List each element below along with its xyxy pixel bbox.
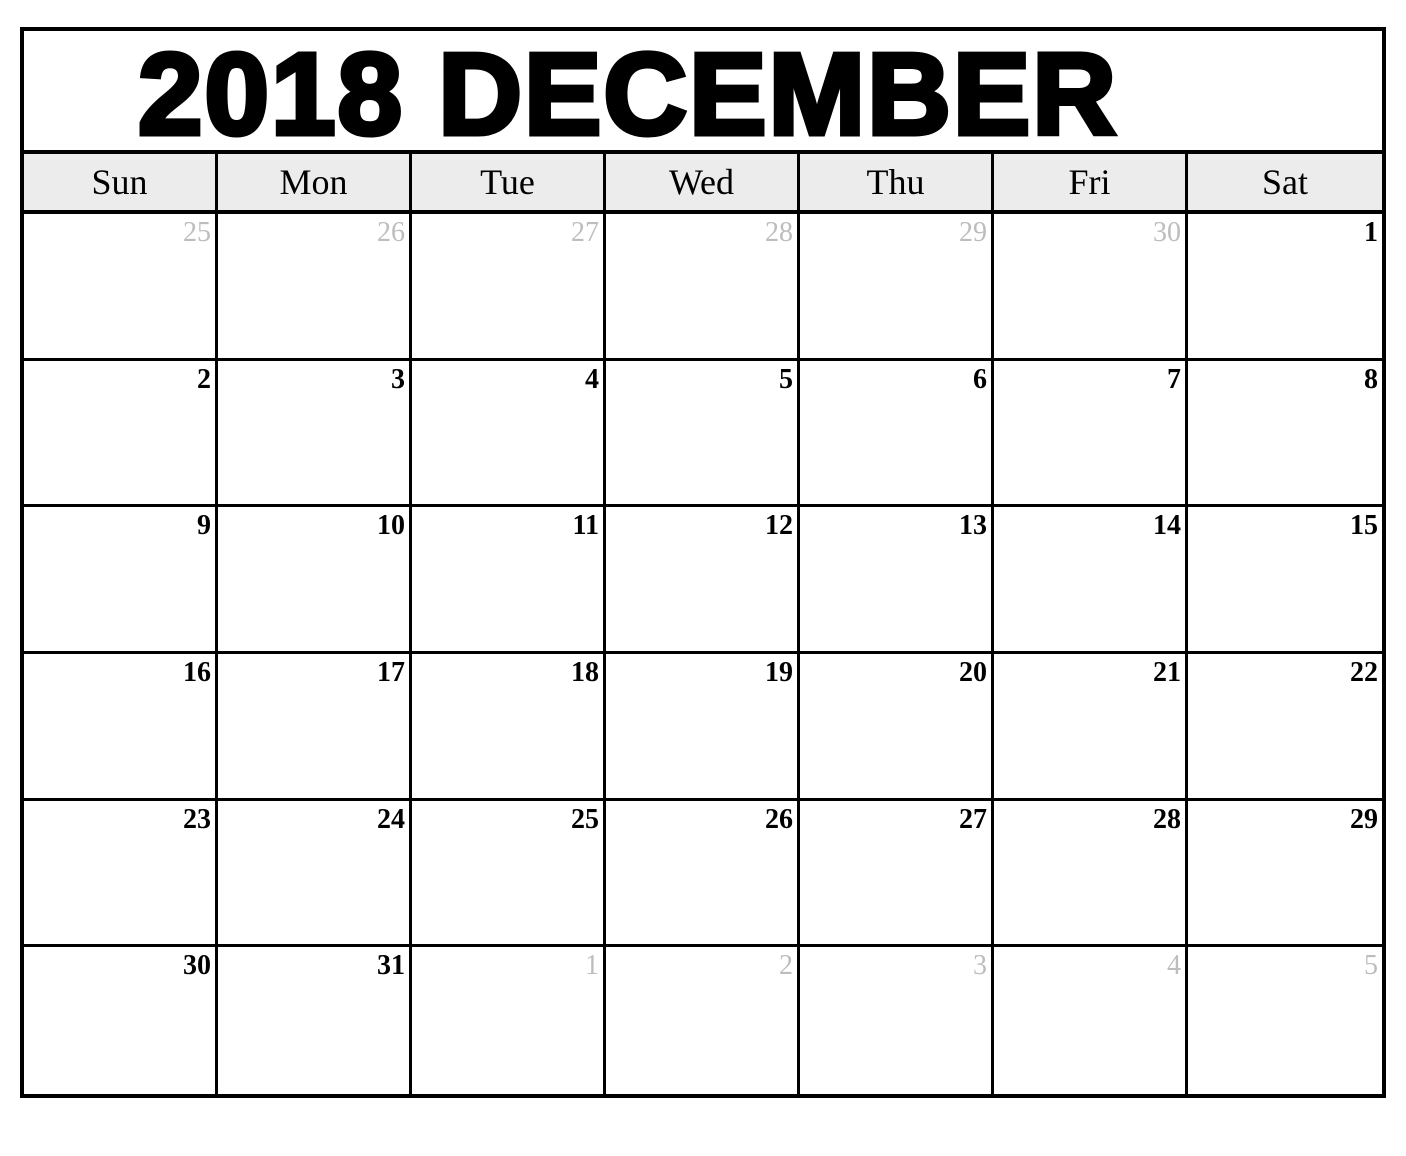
day-cell[interactable]: 25 bbox=[412, 800, 606, 948]
day-cell[interactable]: 12 bbox=[606, 507, 800, 654]
day-number: 29 bbox=[1350, 803, 1378, 835]
day-number: 9 bbox=[197, 510, 211, 542]
day-number: 23 bbox=[183, 803, 211, 835]
day-number: 7 bbox=[1167, 363, 1181, 395]
calendar-title: 2018 DECEMBER bbox=[135, 28, 1119, 159]
day-cell[interactable]: 1 bbox=[1188, 214, 1382, 361]
day-number: 3 bbox=[973, 950, 987, 982]
day-cell[interactable]: 22 bbox=[1188, 654, 1382, 801]
day-number: 20 bbox=[959, 657, 987, 688]
day-number: 6 bbox=[973, 363, 987, 395]
day-cell[interactable]: 16 bbox=[24, 654, 218, 801]
weekday-header-row: Sun Mon Tue Wed Thu Fri Sat bbox=[24, 154, 1382, 214]
title-bar: 2018 DECEMBER bbox=[24, 31, 1382, 154]
day-number: 31 bbox=[377, 950, 405, 982]
day-number: 2 bbox=[779, 950, 793, 982]
day-number: 16 bbox=[183, 657, 211, 688]
day-number: 1 bbox=[585, 950, 599, 982]
day-number: 28 bbox=[765, 217, 793, 248]
day-cell[interactable]: 2 bbox=[24, 360, 218, 508]
day-number: 27 bbox=[959, 803, 987, 835]
day-number: 2 bbox=[197, 363, 211, 395]
day-cell-other-month[interactable]: 5 bbox=[1188, 947, 1382, 1094]
day-number: 28 bbox=[1153, 803, 1181, 835]
day-number: 13 bbox=[959, 510, 987, 542]
weekday-wed: Wed bbox=[606, 154, 800, 210]
day-cell[interactable]: 4 bbox=[412, 360, 606, 508]
day-cell-other-month[interactable]: 26 bbox=[218, 214, 412, 361]
day-number: 11 bbox=[572, 510, 599, 542]
day-cell[interactable]: 17 bbox=[218, 654, 412, 801]
day-cell-other-month[interactable]: 30 bbox=[994, 214, 1188, 361]
weekday-sat: Sat bbox=[1261, 162, 1308, 202]
day-number: 30 bbox=[183, 950, 211, 982]
day-cell-other-month[interactable]: 4 bbox=[994, 947, 1188, 1094]
day-cell[interactable]: 15 bbox=[1188, 507, 1382, 654]
weekday-tue: Tue bbox=[412, 154, 606, 210]
day-number: 18 bbox=[571, 657, 599, 688]
day-cell[interactable]: 13 bbox=[800, 507, 994, 654]
day-number: 3 bbox=[391, 363, 405, 395]
weekday-mon: Mon bbox=[218, 154, 412, 210]
day-number: 5 bbox=[779, 363, 793, 395]
calendar: 2018 DECEMBER Sun Mon Tue Wed Thu Fri Sa… bbox=[20, 27, 1386, 1098]
day-number: 5 bbox=[1364, 950, 1378, 982]
day-cell[interactable]: 11 bbox=[412, 507, 606, 654]
day-number: 1 bbox=[1364, 217, 1378, 248]
day-number: 14 bbox=[1153, 510, 1181, 542]
day-cell[interactable]: 31 bbox=[218, 947, 412, 1094]
day-number: 26 bbox=[377, 217, 405, 248]
day-cell-other-month[interactable]: 3 bbox=[800, 947, 994, 1094]
weekday-sun: Sun bbox=[24, 154, 218, 210]
day-number: 4 bbox=[585, 363, 599, 395]
day-number: 30 bbox=[1153, 217, 1181, 248]
day-cell-other-month[interactable]: 25 bbox=[24, 214, 218, 361]
day-cell[interactable]: 19 bbox=[606, 654, 800, 801]
day-number: 24 bbox=[377, 803, 405, 835]
day-number: 17 bbox=[377, 657, 405, 688]
day-number: 8 bbox=[1364, 363, 1378, 395]
day-cell[interactable]: 8 bbox=[1188, 361, 1382, 508]
day-number: 21 bbox=[1153, 657, 1181, 688]
day-number: 27 bbox=[571, 217, 599, 248]
day-number: 29 bbox=[959, 217, 987, 248]
weekday-thu: Thu bbox=[800, 154, 994, 210]
day-cell[interactable]: 14 bbox=[994, 507, 1188, 654]
day-cell-other-month[interactable]: 28 bbox=[606, 214, 800, 361]
day-cell-other-month[interactable]: 29 bbox=[800, 214, 994, 361]
day-number: 19 bbox=[765, 657, 793, 688]
day-cell[interactable]: 30 bbox=[24, 947, 218, 1094]
day-cell[interactable]: 27 bbox=[800, 800, 994, 948]
weekday-fri: Fri bbox=[994, 154, 1188, 210]
day-number: 4 bbox=[1167, 950, 1181, 982]
day-cell-other-month[interactable]: 1 bbox=[412, 947, 606, 1094]
day-cell[interactable]: 6 bbox=[800, 360, 994, 508]
day-cell[interactable]: 3 bbox=[218, 360, 412, 508]
day-number: 15 bbox=[1350, 510, 1378, 542]
day-number: 26 bbox=[765, 803, 793, 835]
day-cell-other-month[interactable]: 2 bbox=[606, 947, 800, 1094]
day-grid: 25 26 27 28 29 30 1 2 3 4 5 6 7 8 9 10 11 12 13 14 15 16 17 18 1… bbox=[24, 214, 1382, 1094]
day-cell[interactable]: 20 bbox=[800, 654, 994, 801]
day-cell[interactable]: 9 bbox=[24, 507, 218, 654]
day-number: 12 bbox=[765, 510, 793, 542]
day-cell[interactable]: 24 bbox=[218, 800, 412, 948]
day-cell[interactable]: 21 bbox=[994, 654, 1188, 801]
day-number: 10 bbox=[377, 510, 405, 542]
day-cell-other-month[interactable]: 27 bbox=[412, 214, 606, 361]
day-cell[interactable]: 23 bbox=[24, 800, 218, 948]
day-cell[interactable]: 29 bbox=[1188, 801, 1382, 948]
day-cell[interactable]: 10 bbox=[218, 507, 412, 654]
day-number: 22 bbox=[1350, 657, 1378, 688]
day-cell[interactable]: 28 bbox=[994, 800, 1188, 948]
day-cell[interactable]: 7 bbox=[994, 360, 1188, 508]
day-cell[interactable]: 26 bbox=[606, 800, 800, 948]
day-cell[interactable]: 5 bbox=[606, 360, 800, 508]
day-number: 25 bbox=[571, 803, 599, 835]
day-cell[interactable]: 18 bbox=[412, 654, 606, 801]
day-number: 25 bbox=[183, 217, 211, 248]
